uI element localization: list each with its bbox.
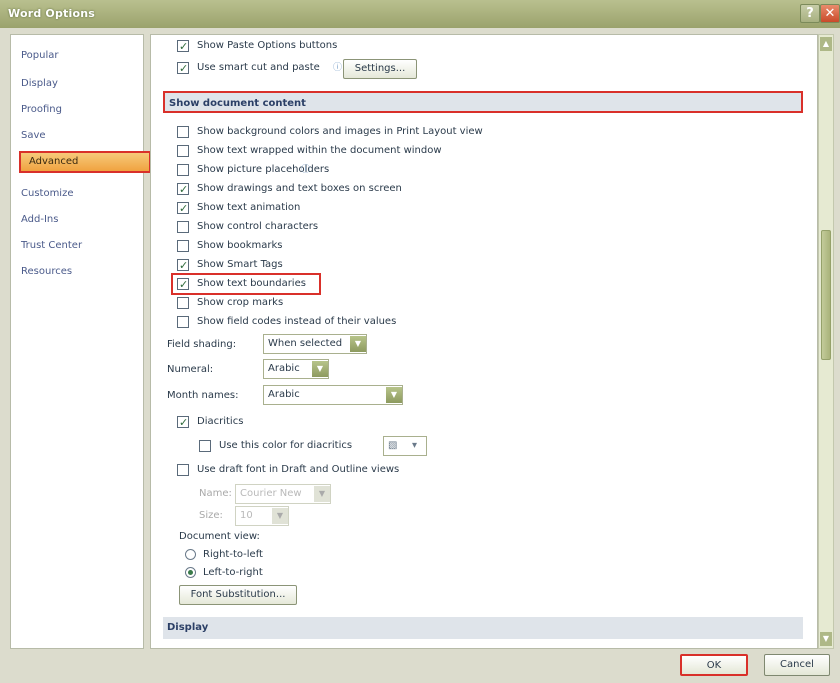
crop-marks-checkbox[interactable] — [177, 297, 189, 309]
paste-options-checkbox[interactable] — [177, 38, 189, 56]
advanced-options-panel: Show Paste Options buttons Use smart cut… — [150, 34, 818, 649]
sidebar-item-save[interactable]: Save — [17, 125, 141, 147]
right-to-left-label: Right-to-left — [203, 549, 263, 560]
chevron-down-icon: ▾ — [412, 440, 418, 451]
smart-cut-checkbox[interactable] — [177, 60, 189, 78]
sidebar-item-resources[interactable]: Resources — [17, 261, 141, 283]
scroll-up-icon[interactable]: ▲ — [820, 37, 832, 51]
document-view-label: Document view: — [179, 531, 260, 542]
word-options-dialog: Word Options ? ✕ Popular Display Proofin… — [0, 0, 840, 683]
smart-tags-label: Show Smart Tags — [197, 259, 283, 270]
bookmarks-label: Show bookmarks — [197, 240, 283, 251]
sidebar-item-proofing[interactable]: Proofing — [17, 99, 141, 121]
draft-font-label: Use draft font in Draft and Outline view… — [197, 464, 400, 475]
chevron-down-icon: ▼ — [312, 361, 328, 377]
drawings-label: Show drawings and text boxes on screen — [197, 183, 402, 194]
background-colors-label: Show background colors and images in Pri… — [197, 126, 483, 137]
sidebar-item-advanced[interactable]: Advanced — [19, 151, 151, 173]
month-names-dropdown[interactable]: Arabic ▼ — [263, 385, 403, 405]
sidebar-item-popular[interactable]: Popular — [17, 45, 141, 67]
numeral-label: Numeral: — [167, 364, 214, 375]
paste-options-label: Show Paste Options buttons — [197, 40, 338, 51]
field-shading-label: Field shading: — [167, 339, 237, 350]
scroll-down-icon[interactable]: ▼ — [820, 632, 832, 646]
close-icon[interactable]: ✕ — [820, 4, 840, 23]
section-show-document-content: Show document content — [163, 91, 803, 113]
chevron-down-icon: ▼ — [386, 387, 402, 403]
month-names-label: Month names: — [167, 390, 239, 401]
font-name-label: Name: — [199, 488, 232, 499]
font-size-label: Size: — [199, 510, 223, 521]
text-animation-checkbox[interactable] — [177, 200, 189, 218]
sidebar-item-trust-center[interactable]: Trust Center — [17, 235, 141, 257]
sidebar-item-add-ins[interactable]: Add-Ins — [17, 209, 141, 231]
picture-placeholders-checkbox[interactable] — [177, 164, 189, 176]
chevron-down-icon: ▼ — [350, 336, 366, 352]
numeral-dropdown[interactable]: Arabic ▼ — [263, 359, 329, 379]
diacritics-color-checkbox[interactable] — [199, 440, 211, 452]
control-characters-label: Show control characters — [197, 221, 319, 232]
text-wrapped-checkbox[interactable] — [177, 145, 189, 157]
numeral-value: Arabic — [268, 363, 300, 374]
field-shading-dropdown[interactable]: When selected ▼ — [263, 334, 367, 354]
background-colors-checkbox[interactable] — [177, 126, 189, 138]
field-codes-label: Show field codes instead of their values — [197, 316, 397, 327]
left-to-right-radio[interactable] — [185, 567, 196, 578]
info-icon: ⓘ — [333, 63, 343, 73]
chevron-down-icon: ▼ — [314, 486, 330, 502]
diacritics-color-picker[interactable]: ▧ ▾ — [383, 436, 427, 456]
font-size-dropdown: 10 ▼ — [235, 506, 289, 526]
scroll-thumb[interactable] — [821, 230, 831, 360]
info-icon: ⓘ — [301, 165, 311, 175]
field-codes-checkbox[interactable] — [177, 316, 189, 328]
crop-marks-label: Show crop marks — [197, 297, 284, 308]
section-display: Display — [163, 617, 803, 639]
bookmarks-checkbox[interactable] — [177, 240, 189, 252]
chevron-down-icon: ▼ — [272, 508, 288, 524]
window-title: Word Options — [8, 7, 96, 20]
smart-tags-checkbox[interactable] — [177, 257, 189, 275]
help-icon[interactable]: ? — [800, 4, 820, 23]
diacritics-label: Diacritics — [197, 416, 244, 427]
sidebar: Popular Display Proofing Save Advanced C… — [10, 34, 151, 649]
title-bar: Word Options ? ✕ — [0, 0, 840, 28]
sidebar-item-customize[interactable]: Customize — [17, 183, 141, 205]
font-size-value: 10 — [240, 510, 253, 521]
text-boundaries-checkbox[interactable] — [177, 276, 189, 294]
font-substitution-button[interactable]: Font Substitution... — [179, 585, 297, 605]
settings-button[interactable]: Settings... — [343, 59, 417, 79]
text-boundaries-label: Show text boundaries — [197, 278, 306, 289]
vertical-scrollbar[interactable]: ▲ ▼ — [818, 34, 834, 649]
sidebar-item-display[interactable]: Display — [17, 73, 141, 95]
font-name-dropdown: Courier New ▼ — [235, 484, 331, 504]
text-animation-label: Show text animation — [197, 202, 301, 213]
drawings-checkbox[interactable] — [177, 181, 189, 199]
ok-button[interactable]: OK — [680, 654, 748, 676]
month-names-value: Arabic — [268, 389, 300, 400]
field-shading-value: When selected — [268, 338, 343, 349]
text-wrapped-label: Show text wrapped within the document wi… — [197, 145, 442, 156]
paint-bucket-icon: ▧ — [388, 440, 398, 451]
control-characters-checkbox[interactable] — [177, 221, 189, 233]
right-to-left-radio[interactable] — [185, 549, 196, 560]
diacritics-checkbox[interactable] — [177, 414, 189, 432]
draft-font-checkbox[interactable] — [177, 464, 189, 476]
diacritics-color-label: Use this color for diacritics — [219, 440, 353, 451]
font-name-value: Courier New — [240, 488, 302, 499]
left-to-right-label: Left-to-right — [203, 567, 263, 578]
smart-cut-label: Use smart cut and paste — [197, 62, 320, 73]
cancel-button[interactable]: Cancel — [764, 654, 830, 676]
